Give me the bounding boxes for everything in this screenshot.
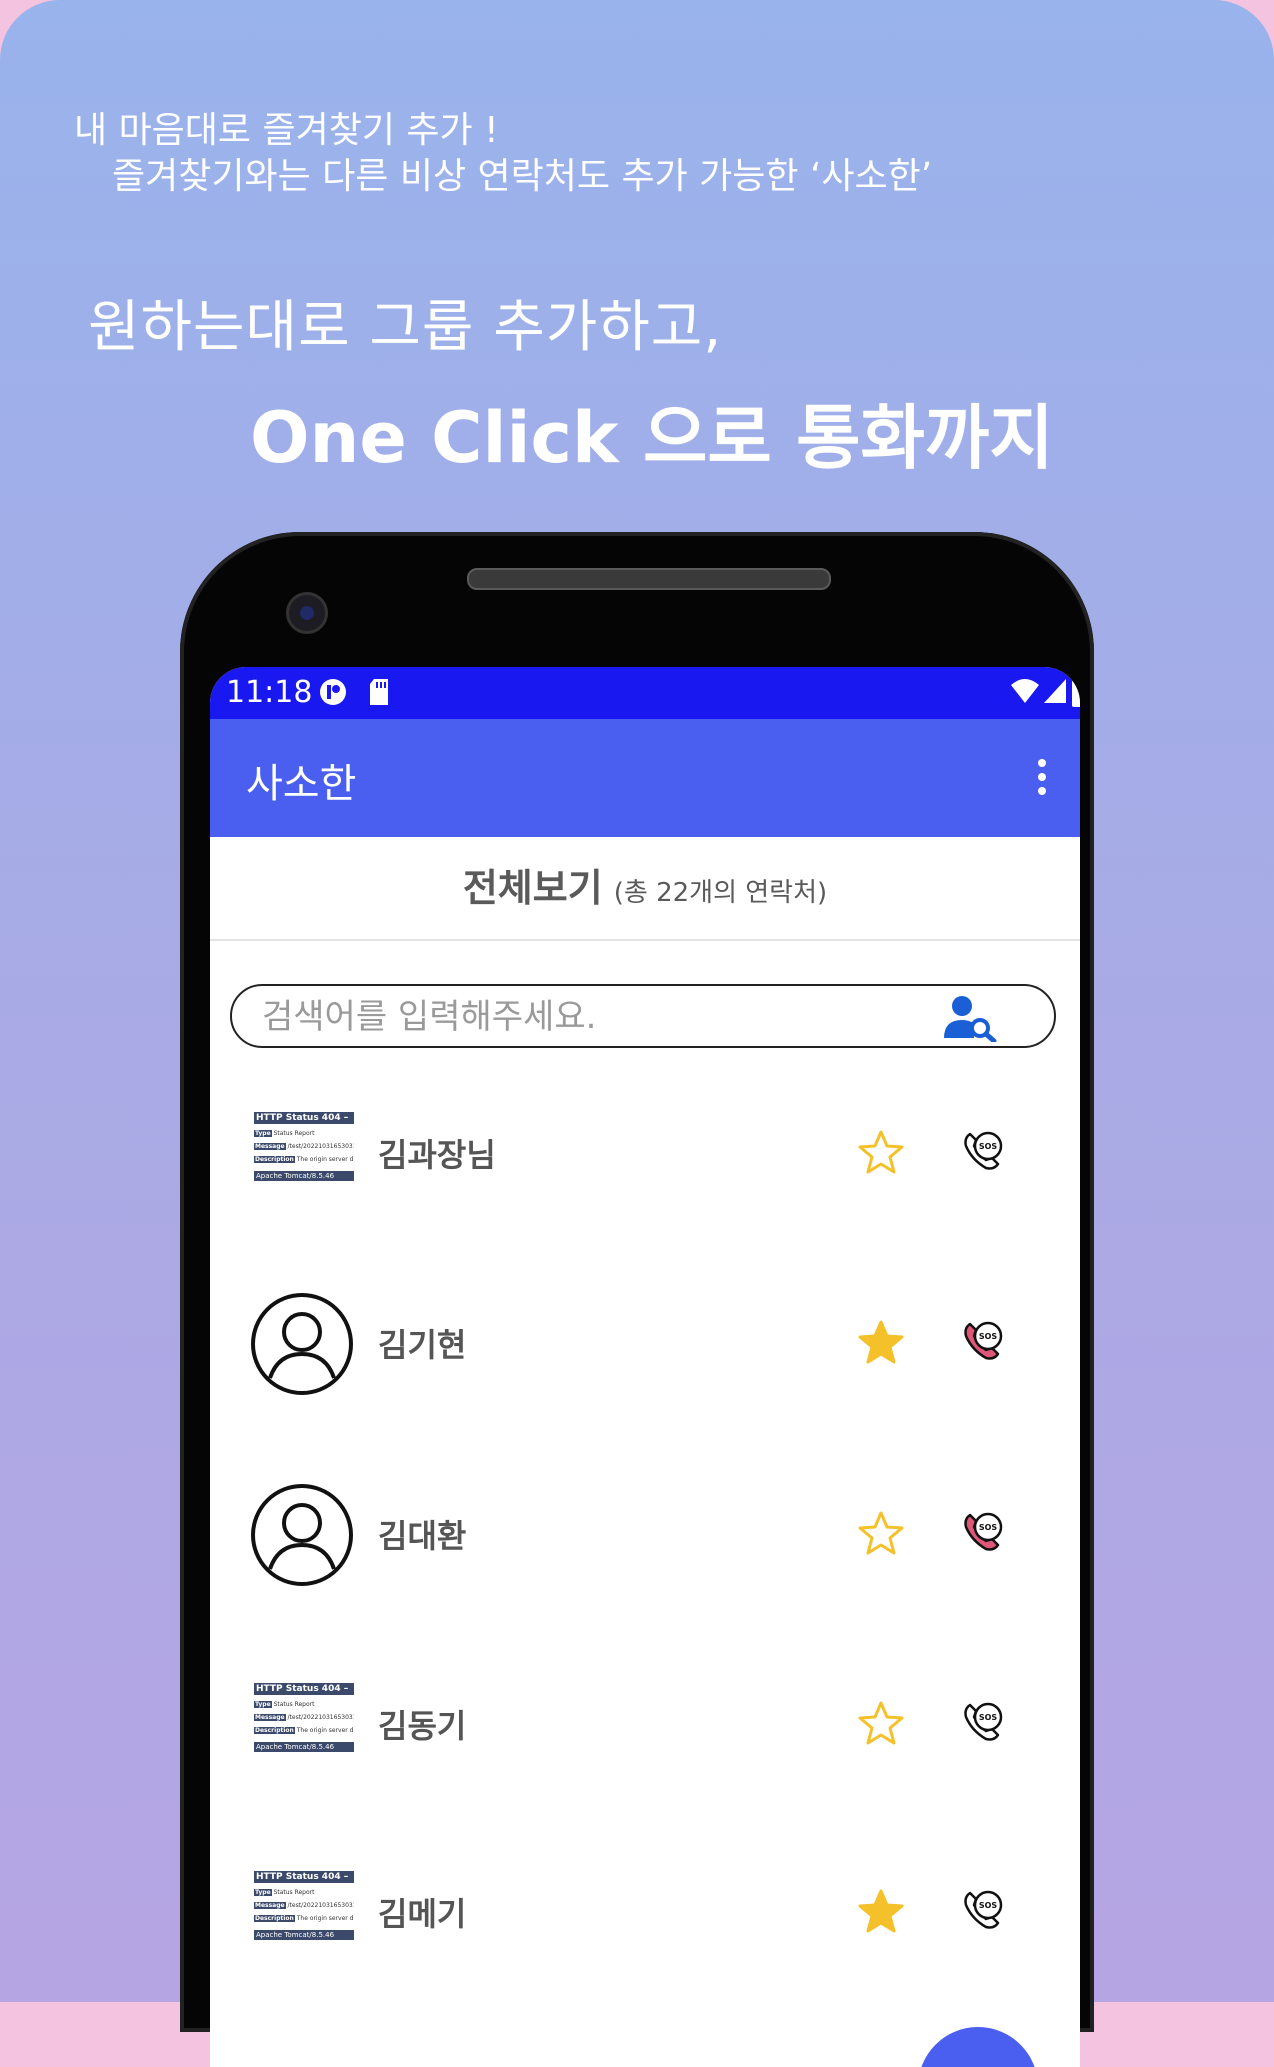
app-bar: 사소한 <box>210 719 1080 837</box>
signal-icon <box>1044 679 1066 703</box>
sos-call-icon[interactable]: SOS <box>960 1318 1006 1364</box>
default-avatar-icon <box>251 1293 353 1395</box>
contact-name: 김과장님 <box>378 1136 496 1174</box>
app-title: 사소한 <box>246 761 357 807</box>
contact-row[interactable]: 김대환 SOS <box>210 1459 1080 1609</box>
status-time: 11:18 <box>226 675 313 710</box>
phone-frame: 11:18 사소한 전체보기 (총 22개의 연락처) 검색어를 입력해주세요.… <box>180 532 1094 2067</box>
header-count: (총 22개의 연락처) <box>613 878 828 908</box>
wifi-icon <box>1011 679 1039 703</box>
contact-row[interactable]: HTTP Status 404 – Type Status Report Mes… <box>210 1078 1080 1228</box>
list-header: 전체보기 (총 22개의 연락처) <box>210 837 1080 941</box>
contact-name: 김대환 <box>378 1517 467 1555</box>
promo-headline-2: One Click 으로 통화까지 <box>250 397 1054 479</box>
search-bar <box>230 984 1056 1048</box>
broken-image-avatar: HTTP Status 404 – Type Status Report Mes… <box>254 1112 354 1181</box>
sd-card-icon <box>370 679 388 705</box>
star-outline-icon[interactable] <box>858 1511 904 1555</box>
broken-image-avatar: HTTP Status 404 – Type Status Report Mes… <box>254 1683 354 1752</box>
svg-text:SOS: SOS <box>979 1332 998 1341</box>
svg-text:SOS: SOS <box>979 1713 998 1722</box>
phone-camera <box>286 592 328 634</box>
sos-call-icon[interactable]: SOS <box>960 1509 1006 1555</box>
promo-line-2: 즐겨찾기와는 다른 비상 연락처도 추가 가능한 ‘사소한’ <box>112 156 933 197</box>
star-filled-icon[interactable] <box>858 1889 904 1933</box>
contact-name: 김동기 <box>378 1707 467 1745</box>
app-notification-icon <box>320 679 346 705</box>
contact-name: 김기현 <box>378 1326 467 1364</box>
sos-call-icon[interactable]: SOS <box>960 1128 1006 1174</box>
add-contact-fab[interactable] <box>918 2027 1038 2067</box>
more-vert-icon[interactable] <box>1038 759 1048 801</box>
svg-text:SOS: SOS <box>979 1142 998 1151</box>
contact-name: 김메기 <box>378 1895 467 1933</box>
contact-row[interactable]: 김기현 SOS <box>210 1268 1080 1418</box>
contact-row[interactable]: HTTP Status 404 – Type Status Report Mes… <box>210 1649 1080 1799</box>
broken-image-avatar: HTTP Status 404 – Type Status Report Mes… <box>254 1871 354 1940</box>
sos-call-icon[interactable]: SOS <box>960 1699 1006 1745</box>
contact-row[interactable]: HTTP Status 404 – Type Status Report Mes… <box>210 1837 1080 1987</box>
star-filled-icon[interactable] <box>858 1320 904 1364</box>
svg-text:SOS: SOS <box>979 1901 998 1910</box>
person-search-icon[interactable] <box>942 994 998 1042</box>
promo-line-1: 내 마음대로 즐겨찾기 추가 ! <box>74 110 499 151</box>
phone-speaker <box>467 568 831 590</box>
star-outline-icon[interactable] <box>858 1130 904 1174</box>
search-input[interactable] <box>260 994 904 1040</box>
star-outline-icon[interactable] <box>858 1701 904 1745</box>
sos-call-icon[interactable]: SOS <box>960 1887 1006 1933</box>
svg-text:SOS: SOS <box>979 1523 998 1532</box>
promo-headline-1: 원하는대로 그룹 추가하고, <box>88 295 723 360</box>
promo-caption: 내 마음대로 즐겨찾기 추가 ! 즐겨찾기와는 다른 비상 연락처도 추가 가능한… <box>74 108 932 200</box>
header-title: 전체보기 <box>462 866 603 910</box>
phone-screen: 11:18 사소한 전체보기 (총 22개의 연락처) 검색어를 입력해주세요.… <box>210 667 1080 2067</box>
status-bar: 11:18 <box>210 667 1080 719</box>
battery-icon <box>1072 677 1080 707</box>
default-avatar-icon <box>251 1484 353 1586</box>
